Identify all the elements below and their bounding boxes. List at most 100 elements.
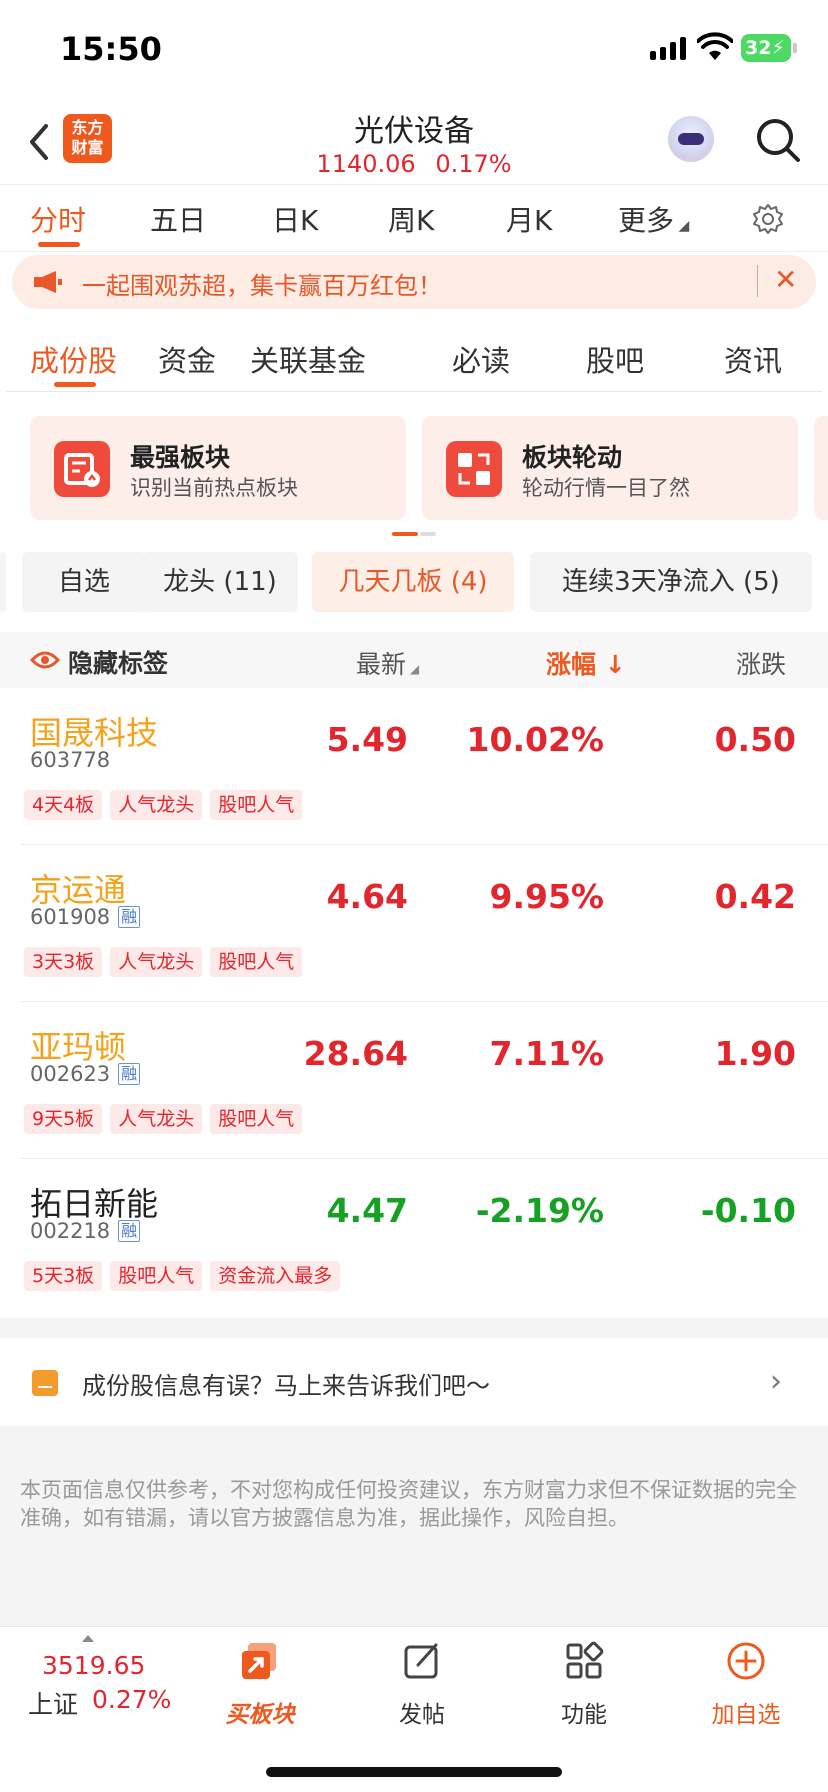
add-watchlist-button[interactable]: 加自选 [686, 1627, 806, 1729]
strongest-sector-card[interactable]: 最强板块 识别当前热点板块 [30, 416, 406, 520]
chevron-right-icon: › [770, 1364, 782, 1399]
col-change-pct[interactable]: 涨幅 ↓ [546, 645, 626, 681]
tab-capital[interactable]: 资金 [158, 338, 216, 380]
post-label: 发帖 [399, 1702, 445, 1728]
edit-icon [32, 1370, 58, 1396]
tab-related-funds[interactable]: 关联基金 [250, 338, 366, 380]
filter-leaders[interactable]: 龙头 (11) [142, 552, 298, 612]
table-header: 隐藏标签 最新 ◢ 涨幅 ↓ 涨跌 [0, 632, 828, 688]
carousel-indicator [392, 532, 436, 536]
hide-tags-toggle[interactable]: 隐藏标签 [68, 644, 168, 680]
tag: 3天3板 [24, 947, 103, 977]
tag: 4天4板 [24, 790, 103, 820]
stock-code: 601908 融 [30, 905, 141, 929]
tab-underline [38, 242, 80, 247]
tag: 人气龙头 [110, 790, 203, 820]
tab-news[interactable]: 资讯 [724, 338, 782, 380]
tab-intraday[interactable]: 分时 [30, 199, 86, 239]
tab-underline [54, 382, 96, 387]
table-row[interactable]: 拓日新能 002218 融 4.47 -2.19% -0.10 5天3板 股吧人气… [20, 1159, 828, 1316]
tag: 9天5板 [24, 1104, 103, 1134]
card-peek[interactable] [814, 416, 828, 520]
sector-index-change: 0.17% [435, 150, 512, 178]
stock-change: 0.42 [714, 877, 796, 916]
tag: 人气龙头 [110, 1104, 203, 1134]
feedback-row[interactable]: 成份股信息有误？马上来告诉我们吧～ › [0, 1338, 828, 1426]
promo-banner[interactable]: 一起围观苏超，集卡赢百万红包！ ✕ [12, 255, 816, 309]
tag: 股吧人气 [210, 947, 303, 977]
stock-tags: 3天3板 人气龙头 股吧人气 [24, 947, 303, 977]
tag: 资金流入最多 [210, 1261, 341, 1291]
header: 东方 财富 光伏设备 1140.06 0.17% [0, 100, 828, 184]
market-index-name[interactable]: 上证 [28, 1685, 78, 1721]
tag: 股吧人气 [110, 1261, 203, 1291]
margin-badge: 融 [118, 1063, 141, 1085]
assistant-robot-icon[interactable] [668, 116, 714, 162]
tag: 人气龙头 [110, 947, 203, 977]
col-change[interactable]: 涨跌 [736, 645, 786, 681]
table-row[interactable]: 国晟科技 603778 5.49 10.02% 0.50 4天4板 人气龙头 股… [20, 688, 828, 845]
battery-icon: 32⚡ [741, 34, 797, 62]
home-indicator [266, 1767, 562, 1777]
buy-sector-button[interactable]: 买板块 [200, 1627, 320, 1729]
megaphone-icon [34, 271, 62, 293]
tag: 5天3板 [24, 1261, 103, 1291]
table-row[interactable]: 京运通 601908 融 4.64 9.95% 0.42 3天3板 人气龙头 股吧… [20, 845, 828, 1002]
tab-weekly-k[interactable]: 周K [388, 199, 434, 239]
stock-code: 002623 融 [30, 1062, 141, 1086]
stock-change: 0.50 [714, 720, 796, 759]
market-index-pct[interactable]: 0.27% [92, 1685, 171, 1714]
card-title: 板块轮动 [522, 443, 623, 472]
search-icon[interactable] [754, 116, 802, 164]
add-watchlist-label: 加自选 [711, 1702, 781, 1728]
filter-limit-up-days[interactable]: 几天几板 (4) [312, 552, 514, 612]
market-index-value[interactable]: 3519.65 [42, 1651, 145, 1680]
signal-icon [650, 34, 686, 60]
functions-label: 功能 [561, 1702, 607, 1728]
stock-change-pct: 7.11% [489, 1034, 605, 1073]
chart-period-tabs: 分时 五日 日K 周K 月K 更多 ◢ [0, 184, 828, 252]
sector-rotation-icon [446, 441, 502, 497]
margin-badge: 融 [118, 906, 141, 928]
table-row[interactable]: 亚玛顿 002623 融 28.64 7.11% 1.90 9天5板 人气龙头 股… [20, 1002, 828, 1159]
post-button[interactable]: 发帖 [362, 1627, 482, 1729]
tab-forum[interactable]: 股吧 [586, 338, 644, 380]
stock-tags: 4天4板 人气龙头 股吧人气 [24, 790, 303, 820]
chevron-up-icon[interactable] [82, 1635, 94, 1642]
card-subtitle: 轮动行情一目了然 [522, 476, 690, 500]
strongest-sector-icon [54, 441, 110, 497]
tab-must-read[interactable]: 必读 [452, 338, 510, 380]
eye-icon[interactable] [30, 650, 60, 670]
gear-icon[interactable] [752, 203, 784, 235]
col-latest[interactable]: 最新 ◢ [356, 645, 419, 681]
card-subtitle: 识别当前热点板块 [130, 476, 298, 500]
filter-net-inflow[interactable]: 连续3天净流入 (5) [530, 552, 812, 612]
tab-monthly-k[interactable]: 月K [506, 199, 552, 239]
margin-badge: 融 [118, 1220, 141, 1242]
sector-index-value: 1140.06 [316, 150, 416, 178]
stock-price: 28.64 [303, 1034, 408, 1073]
tab-constituents[interactable]: 成份股 [30, 338, 117, 380]
stock-code: 603778 [30, 748, 111, 772]
stock-change-pct: 9.95% [489, 877, 605, 916]
filter-watchlist[interactable]: 自选 [22, 552, 146, 612]
status-time: 15:50 [60, 30, 162, 68]
stock-price: 4.47 [326, 1191, 408, 1230]
grid-icon [566, 1641, 604, 1679]
feedback-text: 成份股信息有误？马上来告诉我们吧～ [82, 1372, 490, 1400]
compose-icon [404, 1643, 438, 1679]
tab-five-day[interactable]: 五日 [150, 199, 206, 239]
stock-change-pct: -2.19% [475, 1191, 604, 1230]
stock-change: -0.10 [700, 1191, 796, 1230]
card-title: 最强板块 [130, 443, 231, 472]
tag: 股吧人气 [210, 790, 303, 820]
tab-daily-k[interactable]: 日K [272, 199, 318, 239]
stock-tags: 5天3板 股吧人气 资金流入最多 [24, 1261, 341, 1291]
close-icon[interactable]: ✕ [774, 263, 797, 296]
tab-more[interactable]: 更多 ◢ [618, 199, 689, 239]
sector-rotation-card[interactable]: 板块轮动 轮动行情一目了然 [422, 416, 798, 520]
stock-change: 1.90 [714, 1034, 796, 1073]
status-bar: 15:50 32⚡ [0, 0, 828, 100]
functions-button[interactable]: 功能 [524, 1627, 644, 1729]
disclaimer: 本页面信息仅供参考，不对您构成任何投资建议，东方财富力求但不保证数据的完全准确，… [0, 1426, 828, 1626]
